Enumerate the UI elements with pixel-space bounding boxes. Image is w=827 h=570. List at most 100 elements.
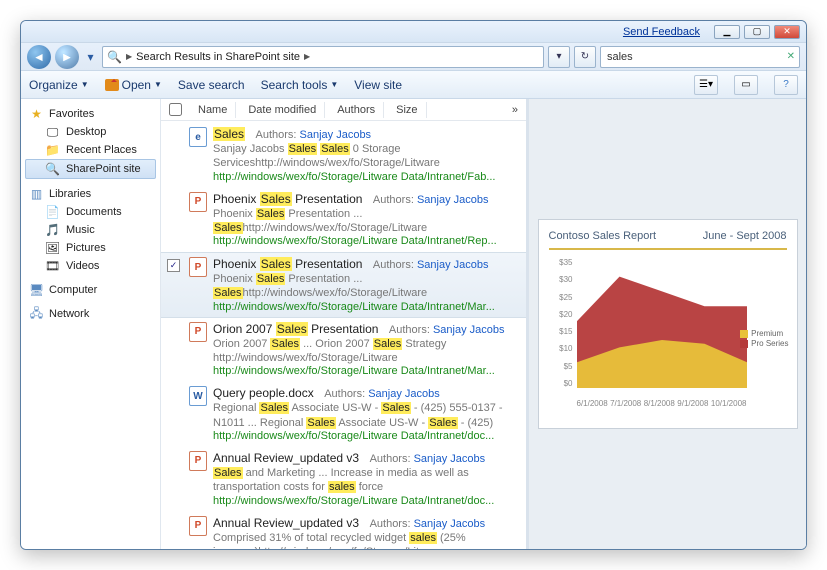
minimize-button[interactable]: ▁ [714,25,740,39]
toolbar: Organize▼ Open▼ Save search Search tools… [21,71,806,99]
file-type-icon: P [189,451,207,471]
more-columns-icon[interactable]: » [504,102,526,118]
col-date[interactable]: Date modified [240,102,325,118]
close-button[interactable]: ✕ [774,25,800,39]
result-title: Query people.docx [213,386,314,400]
chart-plot [577,258,747,388]
chart-legend: PremiumPro Series [740,328,788,349]
recent-icon: 📁 [45,143,60,157]
open-menu[interactable]: Open▼ [105,78,162,92]
file-type-icon: P [189,516,207,536]
search-tools-menu[interactable]: Search tools▼ [261,78,339,92]
search-result-row[interactable]: ✓PPhoenix Sales Presentation Authors: Sa… [161,252,526,318]
search-result-row[interactable]: PAnnual Review_updated v3 Authors: Sanja… [161,512,526,549]
sidebar-item-documents[interactable]: 📄Documents [25,203,156,221]
save-search-button[interactable]: Save search [178,78,245,92]
video-icon: 🎞 [45,259,60,273]
chevron-right-icon: ▶ [126,52,132,61]
result-snippet: Sanjay Jacobs Sales Sales 0 Storage Serv… [213,142,520,171]
authors-label: Authors: [373,194,414,206]
open-icon [105,79,119,91]
breadcrumb-text[interactable]: Search Results in SharePoint site [136,51,300,63]
search-result-row[interactable]: P Annual Review_updated v3 Authors: Sanja… [161,447,526,512]
result-url: http://windows/wex/fo/Storage/Litware Da… [213,365,520,377]
sidebar-item-videos[interactable]: 🎞Videos [25,257,156,275]
column-headers: Name Date modified Authors Size » [161,99,526,121]
select-all-checkbox[interactable] [169,103,182,116]
search-result-row[interactable]: W Query people.docx Authors: Sanjay Jacob… [161,382,526,447]
favorites-header[interactable]: ★Favorites [25,105,156,123]
authors-label: Authors: [324,388,365,400]
col-name[interactable]: Name [190,102,236,118]
results-list[interactable]: eSales Authors: Sanjay JacobsSanjay Jaco… [161,121,526,549]
result-snippet: Orion 2007 Sales ... Orion 2007 Sales St… [213,337,520,366]
maximize-button[interactable]: ▢ [744,25,770,39]
author-link[interactable]: Sanjay Jacobs [300,129,372,141]
main-area: ★Favorites 🖵 Desktop 📁Recent Places🔍ShareP… [21,99,806,549]
author-link[interactable]: Sanjay Jacobs [368,388,440,400]
libraries-icon: ▥ [29,187,44,201]
breadcrumb[interactable]: 🔍 ▶ Search Results in SharePoint site ▶ [102,46,544,68]
search-result-row[interactable]: POrion 2007 Sales Presentation Authors: … [161,318,526,383]
computer-header[interactable]: 🖥Computer [25,281,156,299]
author-link[interactable]: Sanjay Jacobs [414,518,486,530]
view-options-button[interactable]: ☰▾ [694,75,718,95]
help-button[interactable]: ? [774,75,798,95]
preview-pane: Contoso Sales Report June - Sept 2008 $3… [526,99,806,549]
sidebar-item-music[interactable]: 🎵 Music [25,221,156,239]
clear-search-icon[interactable]: ✕ [787,51,795,62]
col-size[interactable]: Size [388,102,426,118]
nav-pane: ★Favorites 🖵 Desktop 📁Recent Places🔍ShareP… [21,99,161,549]
row-checkbox[interactable]: ✓ [167,259,180,272]
author-link[interactable]: Sanjay Jacobs [433,324,505,336]
result-url: http://windows/wex/fo/Storage/Litware Da… [213,495,520,507]
result-title: Annual Review_updated v3 [213,516,359,530]
search-result-row[interactable]: PPhoenix Sales Presentation Authors: San… [161,188,526,253]
authors-label: Authors: [370,453,411,465]
result-snippet: Phoenix Sales Presentation ... Saleshttp… [213,207,520,236]
previous-loc-button[interactable]: ▾ [548,46,570,68]
search-field[interactable] [605,50,787,64]
chart-subtitle: June - Sept 2008 [703,230,787,242]
search-input[interactable]: ✕ [600,46,800,68]
result-url: http://windows/wex/fo/Storage/Litware Da… [213,430,520,442]
search-icon: 🔍 [45,162,60,176]
result-snippet: Sales and Marketing ... Increase in medi… [213,466,520,495]
desktop-icon: 🖵 [45,125,60,139]
sidebar-item-desktop[interactable]: 🖵 Desktop [25,123,156,141]
docs-icon: 📄 [45,205,60,219]
organize-menu[interactable]: Organize▼ [29,78,89,92]
author-link[interactable]: Sanjay Jacobs [414,453,486,465]
chart-y-axis: $35$30$25$20$15$10$5$0 [549,258,573,388]
author-link[interactable]: Sanjay Jacobs [417,259,489,271]
result-title: Sales [213,127,245,141]
file-type-icon: P [189,257,207,277]
sidebar-item-label: Music [66,224,95,236]
authors-label: Authors: [373,259,414,271]
send-feedback-link[interactable]: Send Feedback [623,26,700,38]
sidebar-item-label: Desktop [66,126,106,138]
file-type-icon: W [189,386,207,406]
result-title: Annual Review_updated v3 [213,451,359,465]
sidebar-item-sharepoint-site[interactable]: 🔍SharePoint site [25,159,156,179]
history-dropdown-icon[interactable]: ▾ [83,50,98,64]
forward-button[interactable]: ► [55,45,79,69]
chart-x-axis: 6/1/20087/1/20088/1/20089/1/200810/1/200… [577,399,747,408]
search-icon: 🔍 [107,50,122,64]
back-button[interactable]: ◄ [27,45,51,69]
view-site-button[interactable]: View site [354,78,402,92]
file-type-icon: P [189,192,207,212]
network-header[interactable]: 🖧Network [25,305,156,323]
file-type-icon: e [189,127,207,147]
search-result-row[interactable]: eSales Authors: Sanjay JacobsSanjay Jaco… [161,123,526,188]
author-link[interactable]: Sanjay Jacobs [417,194,489,206]
col-authors[interactable]: Authors [329,102,384,118]
refresh-button[interactable]: ↻ [574,46,596,68]
music-icon: 🎵 [45,223,60,237]
sidebar-item-recent-places[interactable]: 📁Recent Places [25,141,156,159]
sidebar-item-pictures[interactable]: 🖼Pictures [25,239,156,257]
chart-preview: Contoso Sales Report June - Sept 2008 $3… [538,219,798,429]
titlebar: Send Feedback ▁ ▢ ✕ [21,21,806,43]
libraries-header[interactable]: ▥Libraries [25,185,156,203]
preview-pane-button[interactable]: ▭ [734,75,758,95]
